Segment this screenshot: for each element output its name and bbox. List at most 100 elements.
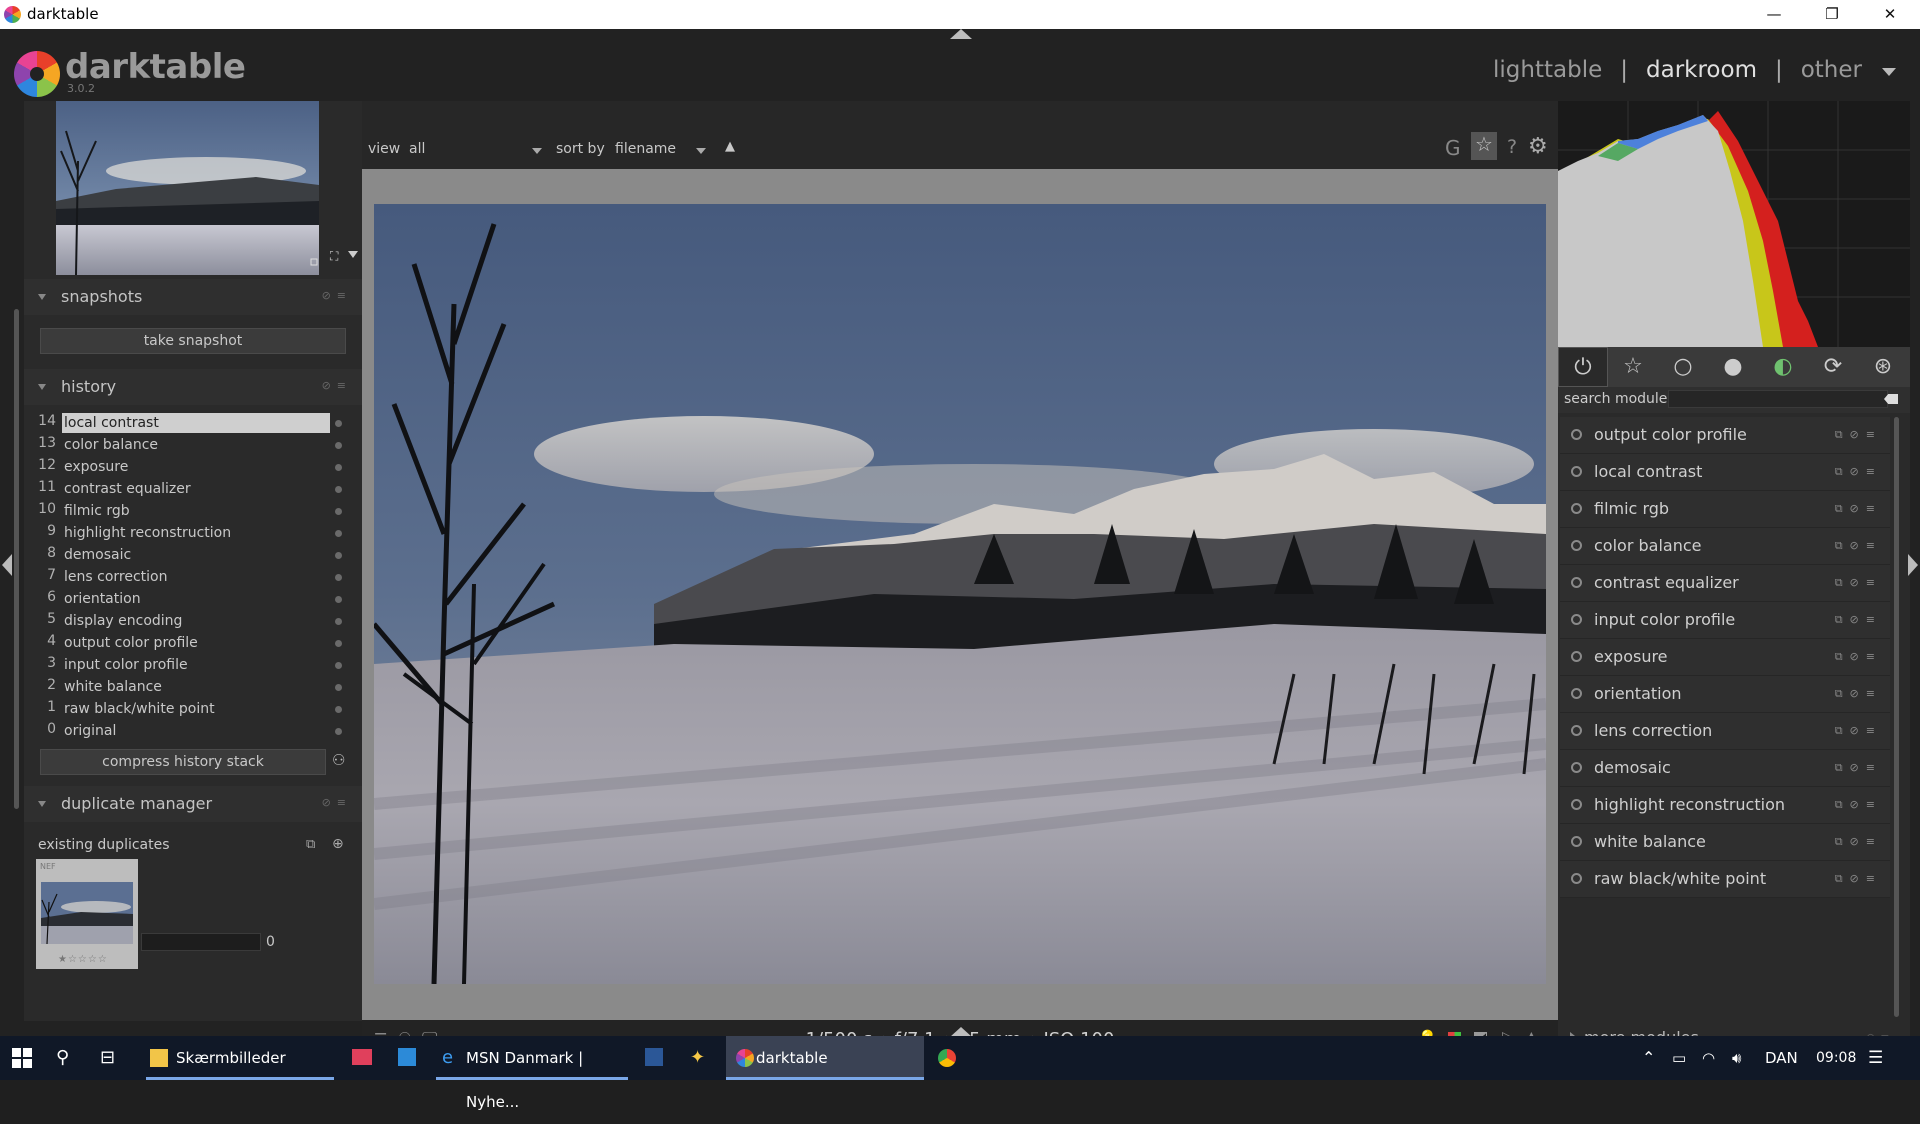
module-header-icons[interactable]: ⧉⊘≡ xyxy=(1835,761,1882,775)
power-icon[interactable] xyxy=(1571,725,1582,736)
navigation-thumbnail[interactable] xyxy=(56,101,319,275)
wifi-icon[interactable]: ◠ xyxy=(1702,1036,1715,1080)
history-item[interactable]: 13 color balance xyxy=(34,435,352,457)
power-icon[interactable] xyxy=(1571,503,1582,514)
chrome-icon[interactable] xyxy=(938,1049,956,1067)
power-icon[interactable] xyxy=(1571,429,1582,440)
windows-start-icon[interactable] xyxy=(12,1048,32,1068)
taskbar-app-explorer[interactable]: Skærmbilleder xyxy=(146,1036,334,1080)
compress-history-button[interactable]: compress history stack xyxy=(40,749,326,775)
collapse-top-panel-arrow-icon[interactable] xyxy=(950,29,972,39)
favorites-star-icon[interactable]: ☆ xyxy=(1608,347,1658,387)
module-header-icons[interactable]: ⧉⊘≡ xyxy=(1835,835,1882,849)
history-item[interactable]: 8 demosaic xyxy=(34,545,352,567)
view-other[interactable]: other xyxy=(1801,57,1862,83)
close-button[interactable]: ✕ xyxy=(1861,0,1919,29)
gear-icon[interactable]: ⚙ xyxy=(1528,134,1548,159)
module-white-balance[interactable]: white balance ⧉⊘≡ xyxy=(1560,824,1890,861)
view-darkroom[interactable]: darkroom xyxy=(1646,57,1757,83)
help-icon[interactable]: ? xyxy=(1507,136,1517,158)
module-header-icons[interactable]: ⧉⊘≡ xyxy=(1835,687,1882,701)
history-item[interactable]: 10 filmic rgb xyxy=(34,501,352,523)
edited-photo[interactable] xyxy=(374,204,1546,984)
tone-group-icon[interactable]: ● xyxy=(1708,347,1758,387)
history-item[interactable]: 6 orientation xyxy=(34,589,352,611)
taskbar-app-darktable[interactable]: darktable xyxy=(726,1036,924,1080)
minimize-button[interactable]: — xyxy=(1745,0,1803,29)
task-view-icon[interactable]: ⊟ xyxy=(100,1036,115,1080)
module-input-color-profile[interactable]: input color profile ⧉⊘≡ xyxy=(1560,602,1890,639)
create-style-icon[interactable]: ⚇ xyxy=(332,751,345,769)
history-item[interactable]: 14 local contrast xyxy=(34,413,352,435)
power-icon[interactable] xyxy=(1571,540,1582,551)
active-modules-power-icon[interactable]: ⏻ xyxy=(1558,347,1608,387)
module-contrast-equalizer[interactable]: contrast equalizer ⧉⊘≡ xyxy=(1560,565,1890,602)
power-icon[interactable] xyxy=(1571,614,1582,625)
history-item[interactable]: 3 input color profile xyxy=(34,655,352,677)
module-lens-correction[interactable]: lens correction ⧉⊘≡ xyxy=(1560,713,1890,750)
collapse-left-panel-arrow-icon[interactable] xyxy=(2,554,12,576)
thumbnail-menu-icon[interactable] xyxy=(348,251,358,258)
sort-by-value[interactable]: filename xyxy=(615,141,676,157)
power-icon[interactable] xyxy=(1571,651,1582,662)
view-filter-dropdown-icon[interactable] xyxy=(532,148,542,154)
maximize-button[interactable]: ❐ xyxy=(1803,0,1861,29)
module-orientation[interactable]: orientation ⧉⊘≡ xyxy=(1560,676,1890,713)
module-demosaic[interactable]: demosaic ⧉⊘≡ xyxy=(1560,750,1890,787)
history-item[interactable]: 5 display encoding xyxy=(34,611,352,633)
photos-icon[interactable]: ✦ xyxy=(690,1036,705,1080)
module-header-icons[interactable]: ⧉⊘≡ xyxy=(1835,539,1882,553)
view-lighttable[interactable]: lighttable xyxy=(1493,57,1602,83)
module-raw-black-white-point[interactable]: raw black/white point ⧉⊘≡ xyxy=(1560,861,1890,898)
module-header-icons[interactable]: ⧉⊘≡ xyxy=(1835,798,1882,812)
taskbar-app-edge[interactable]: e MSN Danmark | Nyhe... xyxy=(436,1036,628,1111)
module-output-color-profile[interactable]: output color profile ⧉⊘≡ xyxy=(1560,417,1890,454)
history-header[interactable]: history ⊘≡ xyxy=(24,369,362,405)
histogram[interactable] xyxy=(1558,101,1910,347)
history-item[interactable]: 12 exposure xyxy=(34,457,352,479)
sort-direction-icon[interactable]: ▲ xyxy=(725,139,735,154)
duplicate-manager-header[interactable]: duplicate manager ⊘≡ xyxy=(24,786,362,822)
input-language[interactable]: DAN xyxy=(1765,1036,1798,1080)
module-exposure[interactable]: exposure ⧉⊘≡ xyxy=(1560,639,1890,676)
history-item[interactable]: 4 output color profile xyxy=(34,633,352,655)
module-header-icons[interactable]: ⧉⊘≡ xyxy=(1835,724,1882,738)
sort-dropdown-icon[interactable] xyxy=(696,148,706,154)
module-header-icons[interactable]: ⊘≡ xyxy=(322,289,352,302)
module-header-icons[interactable]: ⧉⊘≡ xyxy=(1835,576,1882,590)
search-module-input[interactable] xyxy=(1668,390,1888,408)
volume-icon[interactable]: 🔊︎ xyxy=(1732,1036,1741,1080)
snapshots-header[interactable]: snapshots ⊘≡ xyxy=(24,279,362,315)
show-hidden-icons-chevron-icon[interactable]: ⌃ xyxy=(1642,1036,1655,1080)
basic-group-circle-icon[interactable]: ○ xyxy=(1658,347,1708,387)
star-overlay-icon[interactable]: ☆ xyxy=(1471,132,1497,160)
module-highlight-reconstruction[interactable]: highlight reconstruction ⧉⊘≡ xyxy=(1560,787,1890,824)
duplicate-thumbnail[interactable]: NEF ★☆☆☆☆ xyxy=(36,859,138,969)
module-local-contrast[interactable]: local contrast ⧉⊘≡ xyxy=(1560,454,1890,491)
power-icon[interactable] xyxy=(1571,873,1582,884)
module-filmic-rgb[interactable]: filmic rgb ⧉⊘≡ xyxy=(1560,491,1890,528)
module-header-icons[interactable]: ⧉⊘≡ xyxy=(1835,613,1882,627)
effects-group-icon[interactable]: ⊛ xyxy=(1858,347,1908,387)
star-rating[interactable]: ★☆☆☆☆ xyxy=(58,954,108,965)
right-panel-scrollbar[interactable] xyxy=(1894,417,1899,1017)
module-header-icons[interactable]: ⧉⊘≡ xyxy=(1835,465,1882,479)
power-icon[interactable] xyxy=(1571,466,1582,477)
power-icon[interactable] xyxy=(1571,762,1582,773)
module-header-icons[interactable]: ⧉⊘≡ xyxy=(1835,872,1882,886)
power-icon[interactable] xyxy=(1571,799,1582,810)
history-item[interactable]: 0 original xyxy=(34,721,352,743)
history-item[interactable]: 7 lens correction xyxy=(34,567,352,589)
duplicate-version-field[interactable] xyxy=(141,933,261,951)
views-dropdown-icon[interactable] xyxy=(1882,68,1896,76)
fullscreen-icon[interactable]: ⛶ xyxy=(330,249,338,264)
mail-icon[interactable] xyxy=(352,1049,372,1065)
module-header-icons[interactable]: ⊘≡ xyxy=(322,379,352,392)
history-item[interactable]: 9 highlight reconstruction xyxy=(34,523,352,545)
power-icon[interactable] xyxy=(1571,836,1582,847)
history-item[interactable]: 1 raw black/white point xyxy=(34,699,352,721)
history-item[interactable]: 11 contrast equalizer xyxy=(34,479,352,501)
view-filter-value[interactable]: all xyxy=(409,141,425,157)
word-icon[interactable] xyxy=(645,1048,663,1066)
clock-time[interactable]: 09:08 xyxy=(1816,1036,1856,1080)
